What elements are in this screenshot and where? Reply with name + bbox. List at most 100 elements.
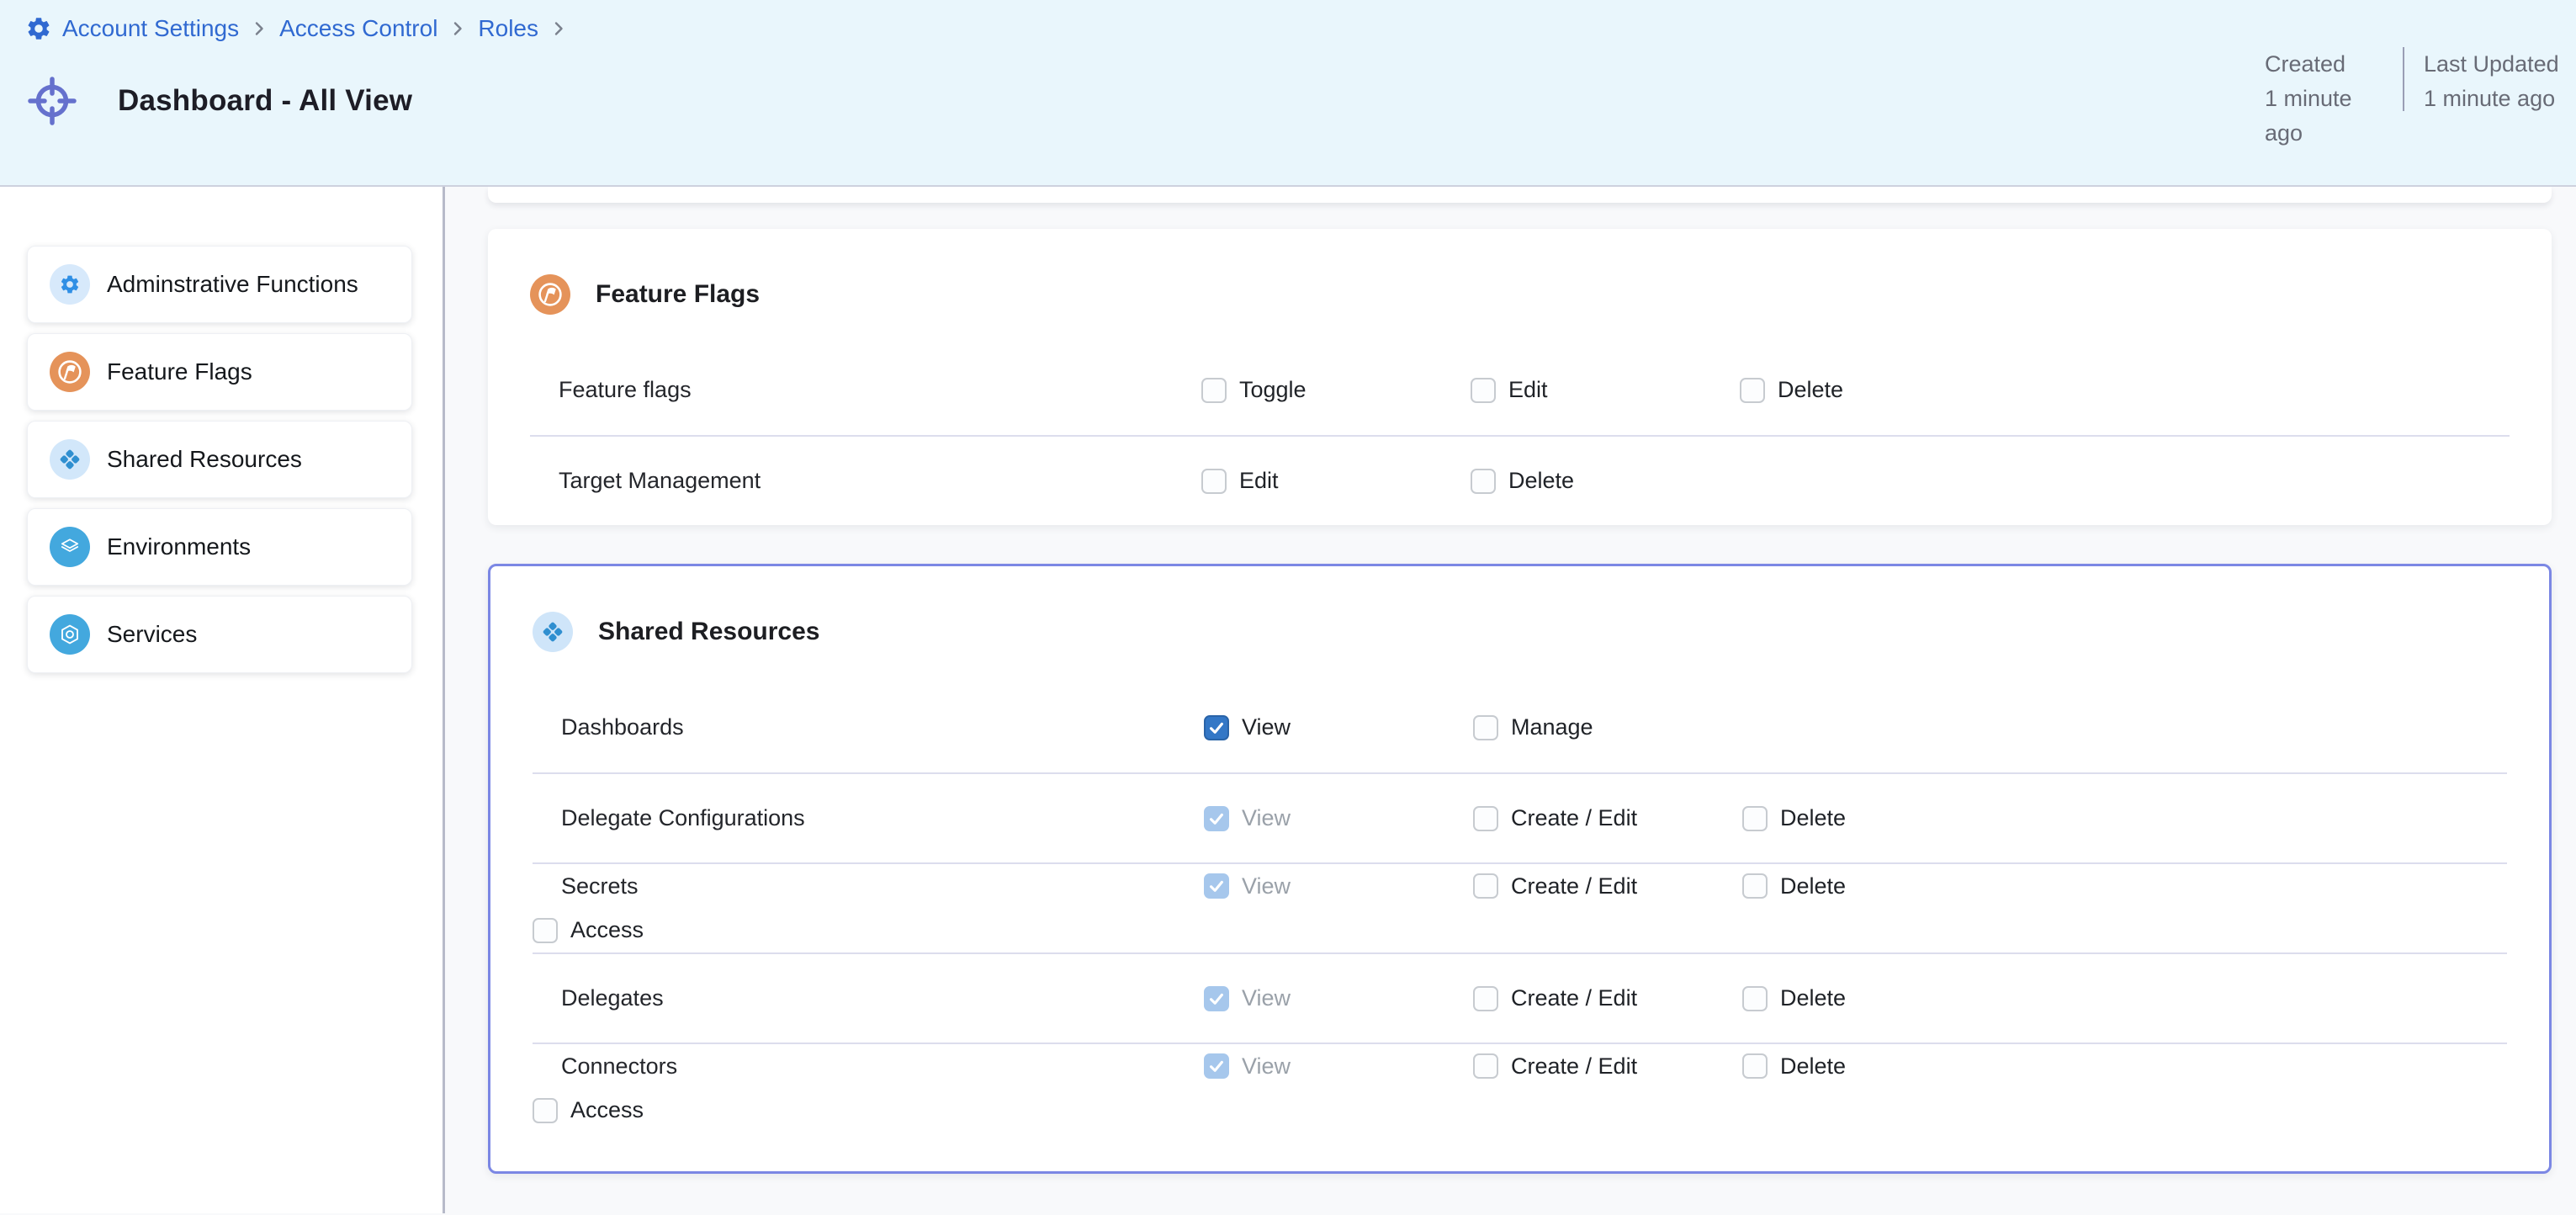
resource-label: Delegate Configurations (533, 805, 1204, 831)
scrolled-card-edge (488, 187, 2552, 203)
breadcrumb-link-account-settings[interactable]: Account Settings (62, 15, 239, 42)
permission-label: View (1242, 714, 1291, 740)
meta-info: Created 1 minute ago Last Updated 1 minu… (2265, 47, 2559, 151)
checkbox-delete[interactable] (1742, 806, 1768, 831)
diamond-grid-icon (50, 439, 90, 480)
permission-secrets-delete[interactable]: Delete (1742, 873, 2012, 899)
card-header: Shared Resources (533, 566, 2507, 652)
checkbox-delete[interactable] (1742, 873, 1768, 899)
resource-sidebar: Adminstrative Functions Feature Flags Shar… (0, 187, 445, 1213)
checkbox-delete[interactable] (1742, 1053, 1768, 1079)
permission-dashboards-manage[interactable]: Manage (1473, 714, 1742, 740)
checkbox-create-edit[interactable] (1473, 806, 1498, 831)
permission-label: Create / Edit (1511, 985, 1637, 1011)
permission-secrets-view: View (1204, 873, 1473, 899)
checkbox-delete[interactable] (1740, 378, 1765, 403)
permission-row-feature-flags: Feature flags Toggle EditDelete (530, 345, 2510, 435)
permission-row-connectors: Connectors View Create / Edit Delete Access (533, 1043, 2507, 1133)
sidebar-item-label: Services (107, 621, 197, 648)
permission-delegate-configurations-delete[interactable]: Delete (1742, 805, 2012, 831)
checkbox-view (1204, 873, 1229, 899)
checkbox-manage[interactable] (1473, 715, 1498, 740)
sidebar-item-environments[interactable]: Environments (27, 508, 412, 586)
body-row: Adminstrative Functions Feature Flags Shar… (0, 187, 2576, 1213)
gear-icon (50, 264, 90, 305)
checkbox-create-edit[interactable] (1473, 986, 1498, 1011)
sidebar-item-label: Shared Resources (107, 446, 302, 473)
permission-row-target-management: Target ManagementEdit Delete (530, 435, 2510, 525)
last-updated-value: 1 minute ago (2424, 82, 2559, 116)
permission-label: View (1242, 1053, 1291, 1080)
permissions-card-feature-flags: Feature FlagsFeature flagsToggleEditDele… (488, 229, 2552, 525)
page-header: Account Settings Access Control Roles Dash… (0, 0, 2576, 187)
permission-row-dashboards: Dashboards View Manage (533, 682, 2507, 772)
permission-delegates-create-edit[interactable]: Create / Edit (1473, 985, 1742, 1011)
crosshair-icon (24, 72, 81, 130)
permission-label: Delete (1780, 1053, 1846, 1080)
card-header: Feature Flags (530, 229, 2510, 315)
permission-label: View (1242, 985, 1291, 1011)
permissions-card-shared-resources: Shared Resources Dashboards View Manage Dele… (488, 564, 2552, 1174)
checkbox-edit[interactable] (1201, 469, 1227, 494)
permission-label: Access (570, 1097, 644, 1123)
checkbox-access[interactable] (533, 1098, 558, 1123)
chevron-right-icon (549, 19, 569, 39)
chevron-right-icon (249, 19, 269, 39)
resource-label: Connectors (533, 1053, 1204, 1080)
permission-secrets-access[interactable]: Access (533, 917, 1204, 943)
permission-delegates-view: View (1204, 985, 1473, 1011)
checkbox-toggle[interactable] (1201, 378, 1227, 403)
checkbox-delete[interactable] (1742, 986, 1768, 1011)
sidebar-item-label: Adminstrative Functions (107, 271, 358, 298)
checkbox-access[interactable] (533, 918, 558, 943)
checkbox-delete[interactable] (1471, 469, 1496, 494)
permission-row-delegate-configurations: Delegate Configurations View Create / Edit… (533, 772, 2507, 862)
permission-label: View (1242, 873, 1291, 899)
permission-connectors-access[interactable]: Access (533, 1097, 1204, 1123)
permission-dashboards-view[interactable]: View (1204, 714, 1473, 740)
permission-target-management-delete[interactable]: Delete (1471, 468, 1740, 494)
resource-label: Secrets (533, 873, 1204, 899)
permission-connectors-create-edit[interactable]: Create / Edit (1473, 1053, 1742, 1080)
sidebar-item-adminstrative-functions[interactable]: Adminstrative Functions (27, 246, 412, 323)
checkbox-view (1204, 1053, 1229, 1079)
gear-icon (25, 15, 52, 42)
resource-label: Feature flags (530, 377, 1201, 403)
last-updated-label: Last Updated (2424, 47, 2559, 82)
permission-delegates-delete[interactable]: Delete (1742, 985, 2012, 1011)
permission-label: Delete (1508, 468, 1574, 494)
permission-label: View (1242, 805, 1291, 831)
checkbox-create-edit[interactable] (1473, 873, 1498, 899)
checkbox-create-edit[interactable] (1473, 1053, 1498, 1079)
permission-label: Create / Edit (1511, 805, 1637, 831)
permission-feature-flags-edit[interactable]: Edit (1471, 377, 1740, 403)
breadcrumb-link-roles[interactable]: Roles (478, 15, 538, 42)
permission-feature-flags-toggle[interactable]: Toggle (1201, 377, 1471, 403)
breadcrumb-link-access-control[interactable]: Access Control (279, 15, 437, 42)
last-updated-block: Last Updated 1 minute ago (2424, 47, 2559, 151)
permission-delegate-configurations-create-edit[interactable]: Create / Edit (1473, 805, 1742, 831)
sidebar-item-feature-flags[interactable]: Feature Flags (27, 333, 412, 411)
card-title: Feature Flags (596, 280, 760, 309)
permission-connectors-delete[interactable]: Delete (1742, 1053, 2012, 1080)
permission-label: Delete (1780, 985, 1846, 1011)
permission-target-management-edit[interactable]: Edit (1201, 468, 1471, 494)
permission-rows: Feature flagsToggleEditDeleteTarget Mana… (530, 345, 2510, 525)
created-value: 1 minute ago (2265, 82, 2393, 151)
checkbox-view[interactable] (1204, 715, 1229, 740)
resource-label: Target Management (530, 468, 1201, 494)
permission-feature-flags-delete[interactable]: Delete (1740, 377, 2009, 403)
permission-label: Delete (1780, 873, 1846, 899)
permission-secrets-create-edit[interactable]: Create / Edit (1473, 873, 1742, 899)
card-title: Shared Resources (598, 618, 819, 646)
permission-label: Manage (1511, 714, 1593, 740)
checkbox-view (1204, 986, 1229, 1011)
resource-label: Dashboards (533, 714, 1204, 740)
checkbox-edit[interactable] (1471, 378, 1496, 403)
title-row: Dashboard - All View (24, 72, 412, 130)
checkbox-view (1204, 806, 1229, 831)
permission-row-secrets: Secrets View Create / Edit Delete Access (533, 862, 2507, 952)
sidebar-item-services[interactable]: Services (27, 596, 412, 673)
sidebar-item-shared-resources[interactable]: Shared Resources (27, 421, 412, 498)
permission-label: Toggle (1239, 377, 1307, 403)
